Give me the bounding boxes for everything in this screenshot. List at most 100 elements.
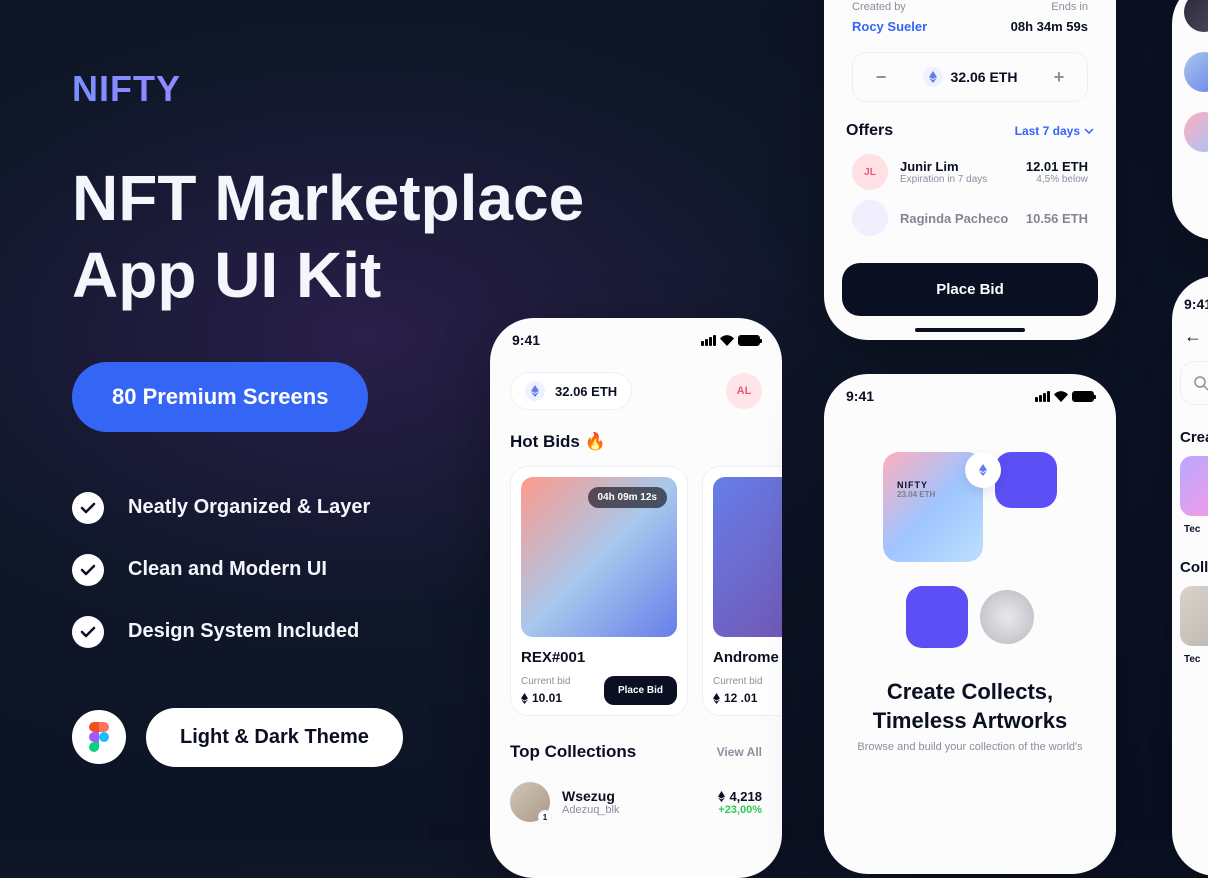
creator-tile[interactable] (1180, 456, 1208, 516)
cta-screens-pill[interactable]: 80 Premium Screens (72, 362, 368, 432)
status-icons (701, 335, 760, 346)
offer-name: Junir Lim (900, 159, 1014, 174)
eth-icon (965, 452, 1001, 488)
nft-name: Androme (713, 649, 782, 666)
offer-name: Raginda Pacheco (900, 211, 1014, 226)
eth-icon (718, 791, 725, 802)
theme-pill: Light & Dark Theme (146, 708, 403, 767)
home-indicator (915, 328, 1025, 332)
chevron-down-icon (1084, 128, 1094, 134)
eth-icon (923, 67, 943, 87)
ends-in-label: Ends in (1051, 1, 1088, 13)
home-label: Home (1184, 200, 1208, 210)
check-icon (72, 492, 104, 524)
art-brand: NIFTY (897, 480, 935, 490)
nft-card[interactable]: Androme Current bid 12 .01 (702, 466, 782, 716)
feature-text: Clean and Modern UI (128, 558, 327, 581)
created-by-label: Created by (852, 1, 906, 13)
offer-avatar: JL (852, 154, 888, 190)
view-all-link[interactable]: View All (717, 745, 762, 759)
eth-icon (521, 693, 528, 704)
creator-link[interactable]: Rocy Sueler (852, 19, 927, 34)
list-avatar (1184, 112, 1208, 152)
offer-avatar (852, 200, 888, 236)
mockup-detail: Andromedax Created by Ends in Rocy Suele… (824, 0, 1116, 340)
onboarding-subtitle: Browse and build your collection of the … (824, 741, 1116, 753)
bid-label: Current bid (713, 676, 762, 687)
timer-badge: 04h 09m 12s (588, 487, 668, 508)
mockup-home: 9:41 32.06 ETH AL Hot Bids 🔥 04h 09m 12s… (490, 318, 782, 878)
offer-value: 10.56 ETH (1026, 211, 1088, 226)
headline-line-2: App UI Kit (72, 239, 381, 311)
place-bid-button[interactable]: Place Bid (842, 263, 1098, 316)
tile-label: Tec (1172, 516, 1208, 535)
place-bid-button[interactable]: Place Bid (604, 676, 677, 705)
offer-expiration: Expiration in 7 days (900, 174, 1014, 185)
battery-icon (1072, 391, 1094, 402)
eth-balance-value: 32.06 ETH (555, 384, 617, 399)
offer-row[interactable]: Raginda Pacheco 10.56 ETH (852, 200, 1088, 236)
feature-text: Neatly Organized & Layer (128, 496, 370, 519)
mockup-partial-top: Home (1172, 0, 1208, 240)
offer-row[interactable]: JL Junir Lim Expiration in 7 days 12.01 … (852, 154, 1088, 190)
nft-image (713, 477, 782, 637)
collection-name: Wsezug (562, 788, 706, 804)
hot-bids-title: Hot Bids 🔥 (490, 426, 782, 466)
tile-label: Tec (1172, 646, 1208, 665)
stepper-plus-button[interactable]: + (1047, 65, 1071, 89)
battery-icon (738, 335, 760, 346)
top-collections-title: Top Collections (510, 742, 636, 762)
collection-row[interactable]: 1 Wsezug Adezuq_blk 4,218 +23,00% (490, 776, 782, 828)
stepper-value: 32.06 ETH (951, 69, 1018, 85)
back-button[interactable]: ← (1172, 312, 1208, 361)
collections-heading: Colle (1172, 535, 1208, 586)
nft-image: 04h 09m 12s (521, 477, 677, 637)
onboarding-title: Create Collects, Timeless Artworks (824, 668, 1116, 741)
art-tile: NIFTY 23.04 ETH (883, 452, 983, 562)
search-icon (1193, 375, 1208, 391)
offer-percent: 4,5% below (1026, 174, 1088, 185)
eth-icon (525, 381, 545, 401)
signal-icon (1035, 391, 1050, 402)
art-tile (980, 590, 1034, 644)
headline: NFT Marketplace App UI Kit (72, 160, 612, 314)
onboarding-artwork: NIFTY 23.04 ETH (824, 412, 1116, 668)
offers-filter-dropdown[interactable]: Last 7 days (1015, 124, 1106, 138)
bid-value: 10.01 (521, 691, 570, 705)
wifi-icon (1054, 391, 1068, 402)
collection-rank: 1 (538, 810, 552, 824)
timer-value: 08h 34m 59s (1011, 19, 1088, 34)
list-avatar (1184, 0, 1208, 32)
stepper-minus-button[interactable]: − (869, 65, 893, 89)
offer-value: 12.01 ETH (1026, 159, 1088, 174)
mockup-partial-bottom: 9:41 ← Crea Tec Colle Tec (1172, 276, 1208, 876)
list-avatar (1184, 52, 1208, 92)
eth-icon (713, 693, 720, 704)
figma-icon (72, 710, 126, 764)
check-icon (72, 616, 104, 648)
search-input[interactable] (1180, 361, 1208, 405)
logo: NIFTY (72, 68, 612, 110)
wifi-icon (720, 335, 734, 346)
eth-balance-chip[interactable]: 32.06 ETH (510, 372, 632, 410)
status-time: 9:41 (1172, 276, 1208, 312)
collection-tile[interactable] (1180, 586, 1208, 646)
status-time: 9:41 (512, 332, 540, 348)
price-stepper: − 32.06 ETH + (852, 52, 1088, 102)
nft-card[interactable]: 04h 09m 12s REX#001 Current bid 10.01 Pl… (510, 466, 688, 716)
art-price: 23.04 ETH (897, 490, 935, 499)
user-avatar[interactable]: AL (726, 373, 762, 409)
status-icons (1035, 391, 1094, 402)
nft-name: REX#001 (521, 649, 677, 666)
headline-line-1: NFT Marketplace (72, 162, 584, 234)
collection-change: +23,00% (718, 804, 762, 816)
art-tile (995, 452, 1057, 508)
feature-text: Design System Included (128, 620, 359, 643)
status-time: 9:41 (846, 388, 874, 404)
signal-icon (701, 335, 716, 346)
art-tile (906, 586, 968, 648)
collection-value: 4,218 (718, 789, 762, 804)
creators-heading: Crea (1172, 405, 1208, 456)
bid-label: Current bid (521, 676, 570, 687)
collection-avatar: 1 (510, 782, 550, 822)
